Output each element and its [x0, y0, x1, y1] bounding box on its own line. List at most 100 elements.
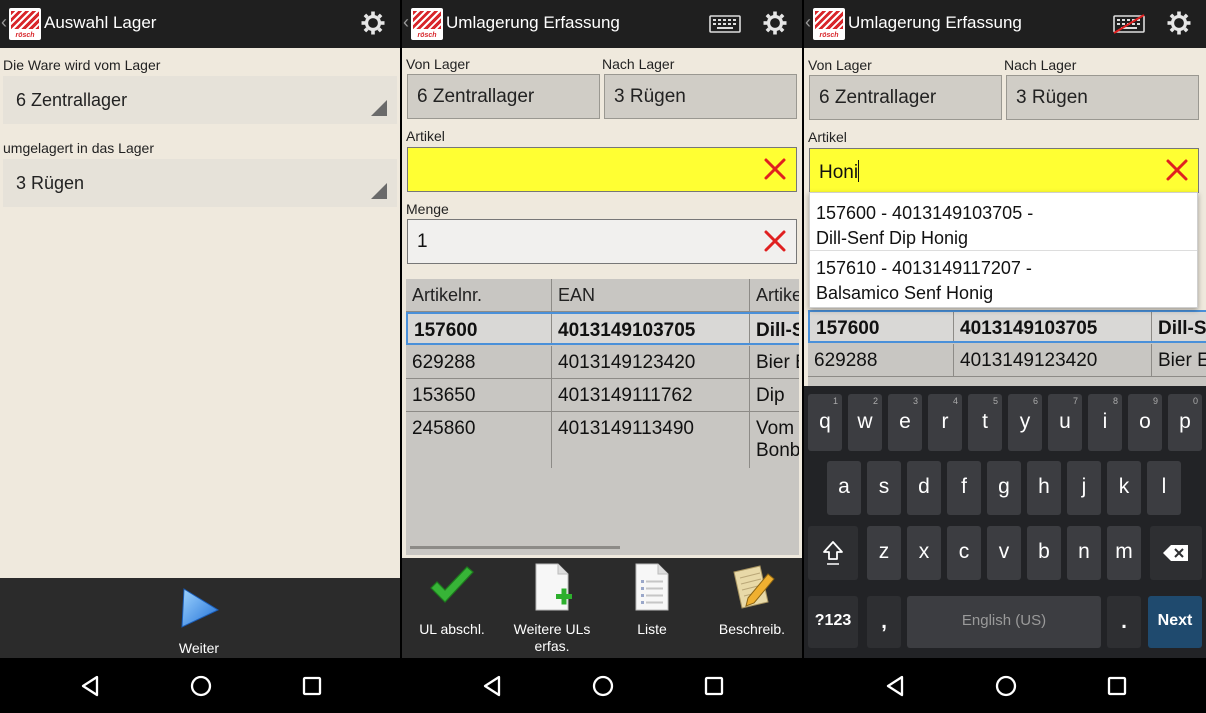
shift-key[interactable]	[808, 526, 858, 580]
next-key[interactable]: Next	[1148, 596, 1202, 648]
weitere-uls-button[interactable]: Weitere ULs erfas.	[506, 562, 598, 655]
page-title: Umlagerung Erfassung	[446, 13, 620, 32]
suggestion-line: 157600 - 4013149103705 -	[816, 203, 1034, 223]
key-label: p	[1179, 410, 1191, 433]
back-caret-icon[interactable]: ‹	[805, 12, 811, 33]
key-label: q	[819, 410, 831, 433]
button-label: Weitere ULs erfas.	[513, 621, 591, 654]
cell-artikelnr: 629288	[406, 346, 552, 378]
table-row[interactable]: 629288 4013149123420 Bier Bbq	[406, 346, 799, 379]
nav-home-icon[interactable]	[187, 672, 215, 700]
checkmark-icon	[430, 566, 474, 603]
clear-x-icon[interactable]	[762, 228, 788, 254]
backspace-key[interactable]	[1150, 526, 1202, 580]
key-f[interactable]: f	[947, 461, 981, 515]
key-e[interactable]: 3e	[888, 394, 922, 451]
key-v[interactable]: v	[987, 526, 1021, 580]
key-h[interactable]: h	[1027, 461, 1061, 515]
gear-icon[interactable]	[762, 10, 788, 36]
clear-x-icon[interactable]	[1164, 157, 1190, 183]
key-j[interactable]: j	[1067, 461, 1101, 515]
key-w[interactable]: 2w	[848, 394, 882, 451]
key-u[interactable]: 7u	[1048, 394, 1082, 451]
app-logo-icon[interactable]: rösch	[9, 8, 41, 40]
key-l[interactable]: l	[1147, 461, 1181, 515]
column-header[interactable]: Artikelnr.	[406, 279, 552, 311]
nav-back-icon[interactable]	[76, 672, 104, 700]
clear-x-icon[interactable]	[762, 156, 788, 182]
liste-button[interactable]: Liste	[616, 562, 688, 637]
from-warehouse-spinner[interactable]: 6 Zentrallager	[3, 76, 397, 124]
app-logo-icon[interactable]: rösch	[813, 8, 845, 40]
column-header[interactable]: EAN	[552, 279, 750, 311]
table-row[interactable]: 245860 4013149113490 Vom Bonb	[406, 412, 799, 468]
horizontal-scrollbar[interactable]	[410, 546, 620, 549]
key-k[interactable]: k	[1107, 461, 1141, 515]
key-x[interactable]: x	[907, 526, 941, 580]
table-row[interactable]: 153650 4013149111762 Dip	[406, 379, 799, 412]
suggestion-line: 157610 - 4013149117207 -	[816, 258, 1032, 278]
table-row[interactable]: 157600 4013149103705 Dill-S	[808, 310, 1206, 343]
nav-back-icon[interactable]	[881, 672, 909, 700]
key-m[interactable]: m	[1107, 526, 1141, 580]
key-b[interactable]: b	[1027, 526, 1061, 580]
back-caret-icon[interactable]: ‹	[1, 12, 7, 33]
period-key[interactable]: .	[1107, 596, 1141, 648]
key-i[interactable]: 8i	[1088, 394, 1122, 451]
menge-label: Menge	[406, 201, 449, 217]
nav-recents-icon[interactable]	[1103, 672, 1131, 700]
comma-key[interactable]: ,	[867, 596, 901, 648]
key-z[interactable]: z	[867, 526, 901, 580]
key-y[interactable]: 6y	[1008, 394, 1042, 451]
nach-lager-field: 3 Rügen	[1006, 75, 1199, 120]
back-caret-icon[interactable]: ‹	[403, 12, 409, 33]
menge-input[interactable]: 1	[407, 219, 797, 264]
keyboard-icon[interactable]	[708, 14, 742, 34]
nav-recents-icon[interactable]	[700, 672, 728, 700]
table-row[interactable]: 629288 4013149123420 Bier E	[808, 344, 1206, 377]
artikel-input[interactable]: Honi	[809, 148, 1199, 193]
key-g[interactable]: g	[987, 461, 1021, 515]
table-row[interactable]: 157600 4013149103705 Dill-Senf	[406, 312, 799, 345]
key-c[interactable]: c	[947, 526, 981, 580]
key-label: i	[1102, 410, 1108, 433]
artikel-label: Artikel	[406, 128, 445, 144]
key-r[interactable]: 4r	[928, 394, 962, 451]
symbols-key[interactable]: ?123	[808, 596, 858, 648]
system-nav-bar	[0, 658, 400, 713]
article-table[interactable]: 157600 4013149103705 Dill-S 629288 40131…	[808, 310, 1206, 390]
keyboard-off-icon[interactable]	[1112, 14, 1146, 34]
key-d[interactable]: d	[907, 461, 941, 515]
cell-ean: 4013149103705	[954, 312, 1152, 341]
nav-home-icon[interactable]	[992, 672, 1020, 700]
action-bar: ‹ rösch Umlagerung Erfassung	[804, 0, 1206, 48]
space-key[interactable]: English (US)	[907, 596, 1101, 648]
key-p[interactable]: 0p	[1168, 394, 1202, 451]
ul-abschliessen-button[interactable]: UL abschl.	[408, 564, 496, 637]
beschreibung-button[interactable]: Beschreib.	[706, 562, 798, 637]
next-button[interactable]: Weiter	[160, 582, 238, 656]
key-hint: 8	[1112, 396, 1118, 406]
gear-icon[interactable]	[1166, 10, 1192, 36]
key-q[interactable]: 1q	[808, 394, 842, 451]
nav-recents-icon[interactable]	[298, 672, 326, 700]
nav-home-icon[interactable]	[589, 672, 617, 700]
suggestion-item[interactable]: 157610 - 4013149117207 - Balsamico Senf …	[810, 251, 1197, 309]
nav-back-icon[interactable]	[478, 672, 506, 700]
app-logo-icon[interactable]: rösch	[411, 8, 443, 40]
key-a[interactable]: a	[827, 461, 861, 515]
cell-ean: 4013149111762	[552, 379, 750, 411]
key-label: h	[1038, 475, 1050, 498]
column-header[interactable]: Artikel	[750, 279, 799, 311]
artikel-input[interactable]	[407, 147, 797, 192]
article-table[interactable]: Artikelnr. EAN Artikel 157600 4013149103…	[406, 279, 799, 555]
suggestion-item[interactable]: 157600 - 4013149103705 - Dill-Senf Dip H…	[810, 193, 1197, 251]
key-hint: 1	[832, 396, 838, 406]
key-t[interactable]: 5t	[968, 394, 1002, 451]
to-warehouse-spinner[interactable]: 3 Rügen	[3, 159, 397, 207]
cell-ean: 4013149113490	[552, 412, 750, 468]
key-n[interactable]: n	[1067, 526, 1101, 580]
key-o[interactable]: 9o	[1128, 394, 1162, 451]
gear-icon[interactable]	[360, 10, 386, 36]
key-s[interactable]: s	[867, 461, 901, 515]
